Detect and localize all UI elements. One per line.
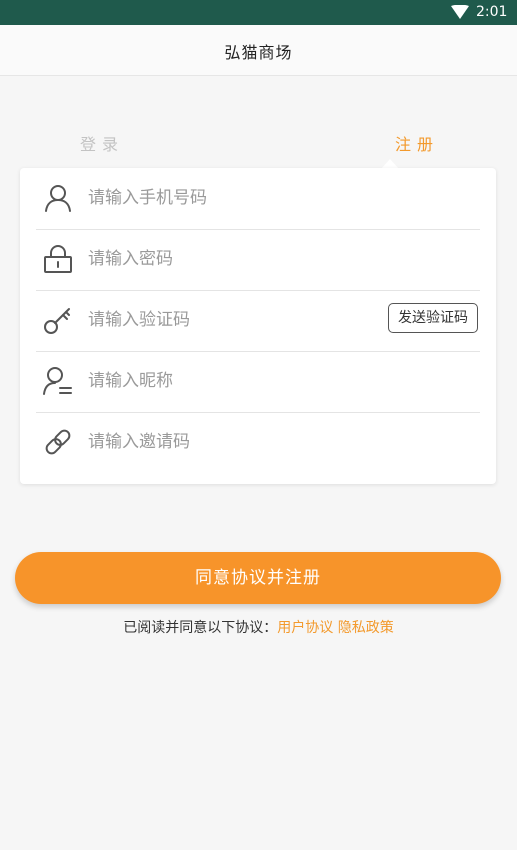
phone-input[interactable] [88, 183, 368, 213]
agree-and-register-button[interactable]: 同意协议并注册 [15, 552, 501, 604]
privacy-policy-link[interactable]: 隐私政策 [338, 620, 394, 636]
wifi-icon [451, 4, 469, 20]
key-icon [42, 304, 74, 336]
agreement-notice: 已阅读并同意以下协议：用户协议 隐私政策 [0, 617, 517, 637]
register-form-card: 发送验证码 [20, 168, 496, 484]
agreement-prefix: 已阅读并同意以下协议： [123, 620, 278, 636]
tab-register[interactable]: 注册 [395, 131, 439, 155]
send-code-button[interactable]: 发送验证码 [388, 303, 478, 333]
user-icon [42, 182, 74, 214]
password-field-row [36, 229, 480, 291]
status-time: 2:01 [476, 4, 508, 20]
password-input[interactable] [88, 244, 368, 274]
phone-field-row [36, 168, 480, 230]
tab-login[interactable]: 登录 [80, 131, 124, 155]
user-edit-icon [42, 365, 74, 397]
page-title: 弘猫商场 [224, 43, 293, 62]
invite-field-row [36, 412, 480, 473]
app-bar: 弘猫商场 [0, 25, 517, 76]
status-bar: 2:01 [0, 0, 517, 25]
code-field-row: 发送验证码 [36, 290, 480, 352]
verification-code-input[interactable] [88, 305, 368, 335]
nickname-input[interactable] [88, 366, 368, 396]
lock-icon [42, 243, 74, 275]
invite-code-input[interactable] [88, 427, 368, 457]
user-agreement-link[interactable]: 用户协议 [277, 620, 333, 636]
link-icon [42, 426, 74, 458]
nickname-field-row [36, 351, 480, 413]
